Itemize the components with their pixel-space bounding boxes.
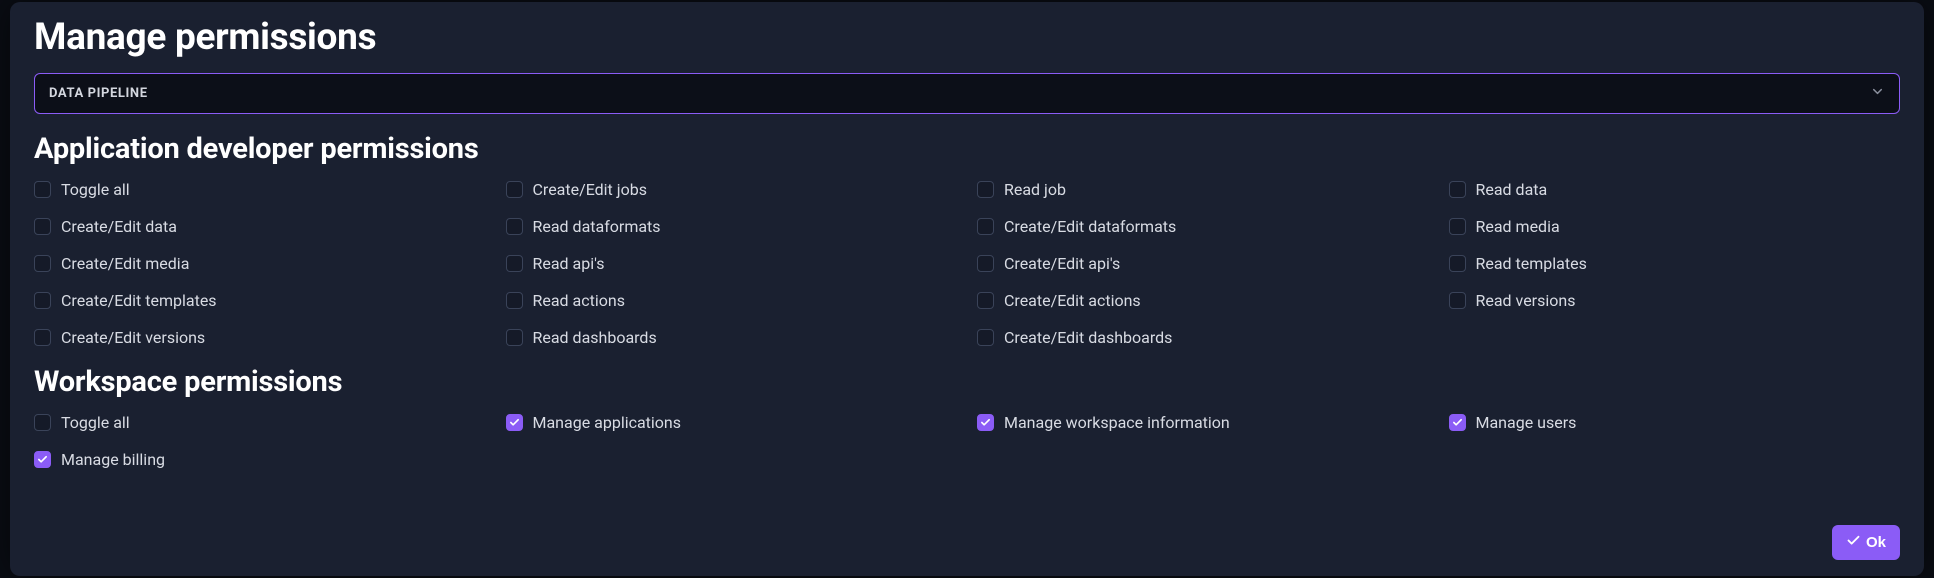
checkbox-read-versions[interactable]: Read versions xyxy=(1449,291,1901,310)
checkbox-create-edit-versions[interactable]: Create/Edit versions xyxy=(34,328,486,347)
checkbox-box xyxy=(977,414,994,431)
checkbox-read-dataformats[interactable]: Read dataformats xyxy=(506,217,958,236)
checkbox-read-apis[interactable]: Read api's xyxy=(506,254,958,273)
checkbox-label: Read templates xyxy=(1476,254,1587,273)
checkbox-create-edit-dataformats[interactable]: Create/Edit dataformats xyxy=(977,217,1429,236)
checkbox-label: Create/Edit media xyxy=(61,254,189,273)
checkbox-box xyxy=(506,218,523,235)
checkbox-create-edit-apis[interactable]: Create/Edit api's xyxy=(977,254,1429,273)
checkbox-box xyxy=(506,255,523,272)
workspace-permissions-title: Workspace permissions xyxy=(34,365,1900,399)
checkbox-label: Read media xyxy=(1476,217,1560,236)
checkbox-label: Toggle all xyxy=(61,413,130,432)
checkbox-label: Toggle all xyxy=(61,180,130,199)
checkbox-box xyxy=(506,292,523,309)
checkbox-label: Create/Edit templates xyxy=(61,291,217,310)
checkbox-box xyxy=(977,329,994,346)
checkbox-label: Create/Edit actions xyxy=(1004,291,1141,310)
app-permissions-title: Application developer permissions xyxy=(34,132,1900,166)
checkbox-create-edit-data[interactable]: Create/Edit data xyxy=(34,217,486,236)
checkbox-label: Create/Edit jobs xyxy=(533,180,647,199)
checkbox-box xyxy=(34,181,51,198)
checkbox-box xyxy=(1449,181,1466,198)
checkbox-box xyxy=(34,451,51,468)
checkbox-box xyxy=(506,414,523,431)
scope-select[interactable]: DATA PIPELINE xyxy=(34,73,1900,114)
checkbox-create-edit-media[interactable]: Create/Edit media xyxy=(34,254,486,273)
ok-button[interactable]: Ok xyxy=(1832,525,1900,560)
checkbox-label: Manage billing xyxy=(61,450,165,469)
checkbox-box xyxy=(34,218,51,235)
checkbox-label: Read data xyxy=(1476,180,1548,199)
checkbox-label: Read api's xyxy=(533,254,605,273)
checkbox-label: Read dashboards xyxy=(533,328,657,347)
ok-button-label: Ok xyxy=(1866,534,1886,551)
check-icon xyxy=(1846,533,1861,552)
checkbox-label: Manage workspace information xyxy=(1004,413,1230,432)
workspace-permissions-grid: Toggle all Manage applications Manage work… xyxy=(34,413,1900,469)
checkbox-box xyxy=(977,292,994,309)
checkbox-read-job[interactable]: Read job xyxy=(977,180,1429,199)
checkbox-read-dashboards[interactable]: Read dashboards xyxy=(506,328,958,347)
checkbox-box xyxy=(506,329,523,346)
modal-footer: Ok xyxy=(1832,525,1900,560)
checkbox-create-edit-actions[interactable]: Create/Edit actions xyxy=(977,291,1429,310)
checkbox-box xyxy=(506,181,523,198)
checkbox-label: Create/Edit api's xyxy=(1004,254,1120,273)
checkbox-box xyxy=(1449,414,1466,431)
checkbox-box xyxy=(1449,218,1466,235)
chevron-down-icon xyxy=(1870,84,1885,103)
checkbox-box xyxy=(1449,292,1466,309)
checkbox-label: Read versions xyxy=(1476,291,1576,310)
checkbox-box xyxy=(34,329,51,346)
checkbox-create-edit-dashboards[interactable]: Create/Edit dashboards xyxy=(977,328,1429,347)
modal-title: Manage permissions xyxy=(34,16,1900,59)
checkbox-read-actions[interactable]: Read actions xyxy=(506,291,958,310)
checkbox-box xyxy=(977,181,994,198)
checkbox-box xyxy=(977,218,994,235)
app-permissions-grid: Toggle all Create/Edit jobs Read job Read d… xyxy=(34,180,1900,347)
checkbox-box xyxy=(34,414,51,431)
checkbox-manage-billing[interactable]: Manage billing xyxy=(34,450,486,469)
checkbox-label: Manage users xyxy=(1476,413,1577,432)
checkbox-read-data[interactable]: Read data xyxy=(1449,180,1901,199)
checkbox-label: Create/Edit dashboards xyxy=(1004,328,1172,347)
checkbox-label: Read job xyxy=(1004,180,1066,199)
checkbox-box xyxy=(977,255,994,272)
checkbox-read-media[interactable]: Read media xyxy=(1449,217,1901,236)
checkbox-label: Create/Edit dataformats xyxy=(1004,217,1176,236)
checkbox-box xyxy=(34,255,51,272)
checkbox-label: Read dataformats xyxy=(533,217,661,236)
checkbox-manage-applications[interactable]: Manage applications xyxy=(506,413,958,432)
checkbox-manage-workspace-information[interactable]: Manage workspace information xyxy=(977,413,1429,432)
scope-select-wrap: DATA PIPELINE xyxy=(34,73,1900,114)
manage-permissions-modal: Manage permissions DATA PIPELINE Applica… xyxy=(10,2,1924,576)
checkbox-read-templates[interactable]: Read templates xyxy=(1449,254,1901,273)
checkbox-manage-users[interactable]: Manage users xyxy=(1449,413,1901,432)
checkbox-toggle-all-workspace[interactable]: Toggle all xyxy=(34,413,486,432)
checkbox-label: Create/Edit versions xyxy=(61,328,205,347)
checkbox-box xyxy=(1449,255,1466,272)
checkbox-toggle-all-app[interactable]: Toggle all xyxy=(34,180,486,199)
checkbox-label: Manage applications xyxy=(533,413,682,432)
checkbox-create-edit-templates[interactable]: Create/Edit templates xyxy=(34,291,486,310)
checkbox-create-edit-jobs[interactable]: Create/Edit jobs xyxy=(506,180,958,199)
scope-select-value: DATA PIPELINE xyxy=(49,86,148,101)
checkbox-label: Create/Edit data xyxy=(61,217,177,236)
checkbox-box xyxy=(34,292,51,309)
checkbox-label: Read actions xyxy=(533,291,625,310)
